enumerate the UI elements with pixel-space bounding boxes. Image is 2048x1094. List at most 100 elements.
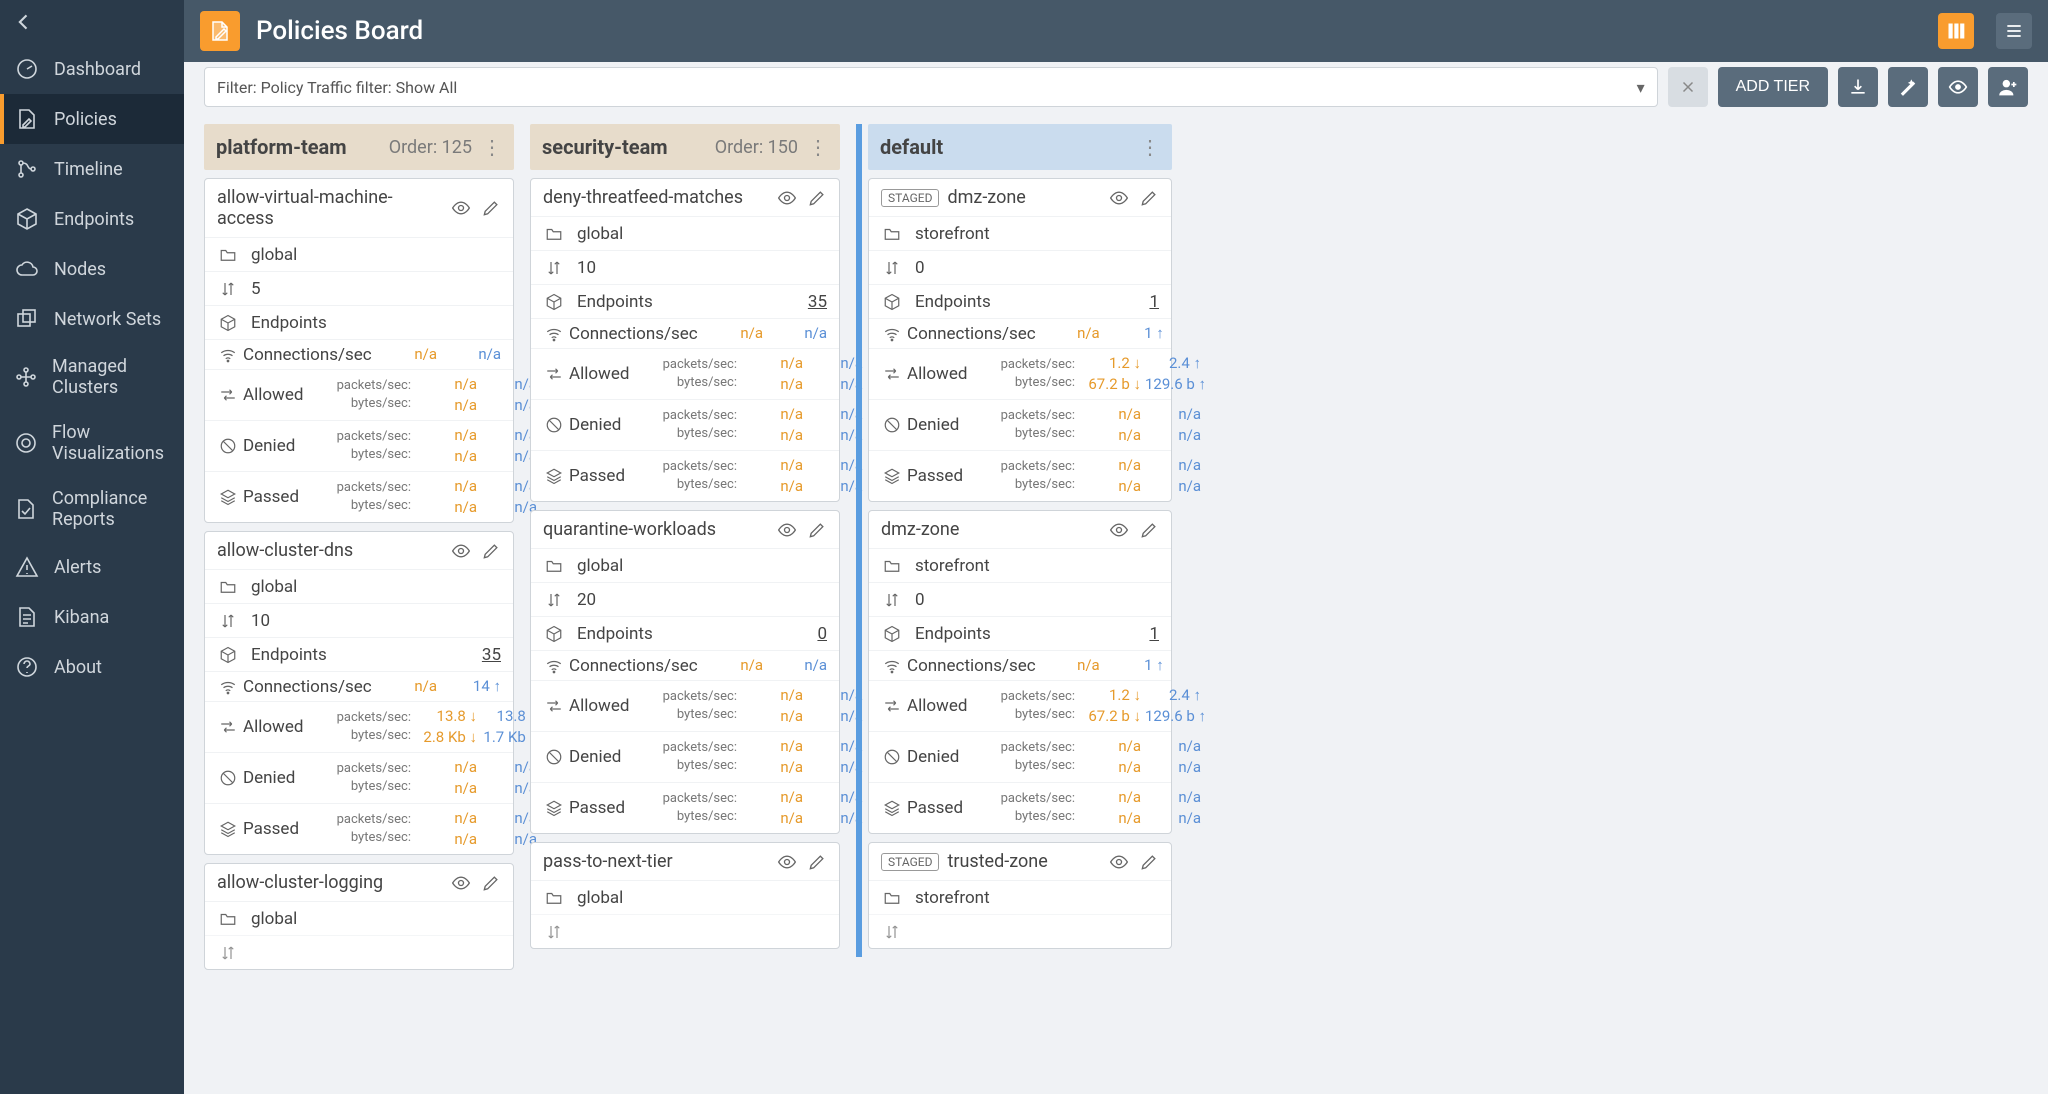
policy-card[interactable]: allow-virtual-machine-access global 5 En…	[204, 178, 514, 523]
allowed-icon	[881, 365, 903, 383]
wizard-button[interactable]	[1888, 67, 1928, 107]
sidebar-item-network-sets[interactable]: Network Sets	[0, 294, 184, 344]
edit-button[interactable]	[807, 188, 827, 208]
tier-column: default ⋮ STAGED dmz-zone storefront 0	[856, 124, 1172, 957]
passed-label: Passed	[569, 798, 649, 818]
cube-icon	[543, 293, 565, 311]
edit-button[interactable]	[481, 873, 501, 893]
tier-menu-button[interactable]: ⋮	[1140, 135, 1160, 159]
passed-in: n/an/a	[421, 476, 477, 518]
endpoints-label: Endpoints	[915, 624, 991, 644]
tier-menu-button[interactable]: ⋮	[482, 135, 502, 159]
endpoints-row: Endpoints	[205, 305, 513, 339]
denied-row: Denied packets/sec:bytes/sec: n/an/a n/a…	[531, 399, 839, 450]
conn-in: n/a	[703, 323, 763, 344]
sidebar-item-compliance-reports[interactable]: Compliance Reports	[0, 476, 184, 542]
gauge-icon	[14, 56, 40, 82]
sidebar-item-nodes[interactable]: Nodes	[0, 244, 184, 294]
sidebar-item-managed-clusters[interactable]: Managed Clusters	[0, 344, 184, 410]
policy-card[interactable]: dmz-zone storefront 0 Endpoints 1	[868, 510, 1172, 834]
view-button[interactable]	[451, 541, 471, 561]
sidebar-item-endpoints[interactable]: Endpoints	[0, 194, 184, 244]
passed-in: n/an/a	[747, 455, 803, 497]
policy-card[interactable]: pass-to-next-tier global	[530, 842, 840, 949]
conn-label: Connections/sec	[907, 656, 1036, 676]
conn-label: Connections/sec	[243, 345, 373, 365]
edit-button[interactable]	[1139, 188, 1159, 208]
tier-menu-button[interactable]: ⋮	[808, 135, 828, 159]
allowed-label: Allowed	[243, 717, 323, 737]
sort-icon	[217, 944, 239, 962]
clear-filter-button[interactable]	[1668, 67, 1708, 107]
topbar: Policies Board	[184, 0, 2048, 62]
sidebar-item-alerts[interactable]: Alerts	[0, 542, 184, 592]
view-button[interactable]	[451, 198, 471, 218]
scope-row: storefront	[869, 548, 1171, 582]
board-view-button[interactable]	[1938, 13, 1974, 49]
connections-row: Connections/sec n/a 14 ↑	[205, 671, 513, 701]
list-view-button[interactable]	[1996, 13, 2032, 49]
preview-button[interactable]	[1938, 67, 1978, 107]
allowed-icon	[543, 365, 565, 383]
policy-card[interactable]: allow-cluster-logging global	[204, 863, 514, 970]
policy-card[interactable]: deny-threatfeed-matches global 10 Endpoi…	[530, 178, 840, 502]
sidebar-item-flow-visualizations[interactable]: Flow Visualizations	[0, 410, 184, 476]
conn-label: Connections/sec	[569, 324, 699, 344]
view-button[interactable]	[1109, 852, 1129, 872]
endpoints-count[interactable]: 0	[817, 624, 827, 644]
view-button[interactable]	[451, 873, 471, 893]
edit-button[interactable]	[807, 852, 827, 872]
denied-icon	[543, 748, 565, 766]
edit-button[interactable]	[807, 520, 827, 540]
sidebar-item-timeline[interactable]: Timeline	[0, 144, 184, 194]
edit-button[interactable]	[1139, 520, 1159, 540]
policy-card[interactable]: quarantine-workloads global 20 Endpoints…	[530, 510, 840, 834]
denied-in: n/an/a	[1085, 736, 1141, 778]
folder-icon	[881, 225, 903, 243]
import-button[interactable]	[1838, 67, 1878, 107]
priority-row: 20	[531, 582, 839, 616]
filter-input[interactable]: Filter: Policy Traffic filter: Show All …	[204, 67, 1658, 107]
denied-label: Denied	[243, 768, 323, 788]
edit-button[interactable]	[1139, 852, 1159, 872]
edit-button[interactable]	[481, 541, 501, 561]
conn-out: 1 ↑	[1104, 655, 1164, 676]
policy-card[interactable]: allow-cluster-dns global 10 Endpoints 35	[204, 531, 514, 855]
allowed-row: Allowed packets/sec:bytes/sec: 13.8 ↓2.8…	[205, 701, 513, 752]
sidebar-item-policies[interactable]: Policies	[0, 94, 184, 144]
denied-sublabels: packets/sec:bytes/sec:	[327, 760, 417, 796]
scope-row: storefront	[869, 880, 1171, 914]
passed-in: n/an/a	[1085, 787, 1141, 829]
view-button[interactable]	[777, 188, 797, 208]
denied-out: n/an/a	[1145, 736, 1201, 778]
user-add-button[interactable]	[1988, 67, 2028, 107]
endpoints-label: Endpoints	[577, 624, 653, 644]
sidebar-item-kibana[interactable]: Kibana	[0, 592, 184, 642]
sort-icon	[217, 280, 239, 298]
passed-row: Passed packets/sec:bytes/sec: n/an/a n/a…	[205, 471, 513, 522]
connections-row: Connections/sec n/a n/a	[531, 650, 839, 680]
passed-sublabels: packets/sec:bytes/sec:	[653, 790, 743, 826]
allowed-sublabels: packets/sec:bytes/sec:	[327, 377, 417, 413]
allowed-label: Allowed	[243, 385, 323, 405]
passed-in: n/an/a	[747, 787, 803, 829]
tier-order: Order: 125	[389, 137, 472, 158]
view-button[interactable]	[777, 852, 797, 872]
view-button[interactable]	[777, 520, 797, 540]
policy-card[interactable]: STAGED trusted-zone storefront	[868, 842, 1172, 949]
endpoints-count[interactable]: 1	[1149, 624, 1159, 644]
sidebar-item-dashboard[interactable]: Dashboard	[0, 44, 184, 94]
view-button[interactable]	[1109, 520, 1129, 540]
edit-button[interactable]	[481, 198, 501, 218]
policy-card[interactable]: STAGED dmz-zone storefront 0 Endpoints 1	[868, 178, 1172, 502]
endpoints-count[interactable]: 1	[1149, 292, 1159, 312]
sidebar-item-about[interactable]: About	[0, 642, 184, 692]
endpoints-count[interactable]: 35	[482, 645, 501, 665]
view-button[interactable]	[1109, 188, 1129, 208]
denied-label: Denied	[907, 415, 987, 435]
add-tier-button[interactable]: ADD TIER	[1718, 67, 1828, 107]
sidebar-item-label: Timeline	[54, 159, 123, 180]
endpoints-count[interactable]: 35	[808, 292, 827, 312]
back-button[interactable]	[0, 0, 184, 44]
denied-out: n/an/a	[1145, 404, 1201, 446]
